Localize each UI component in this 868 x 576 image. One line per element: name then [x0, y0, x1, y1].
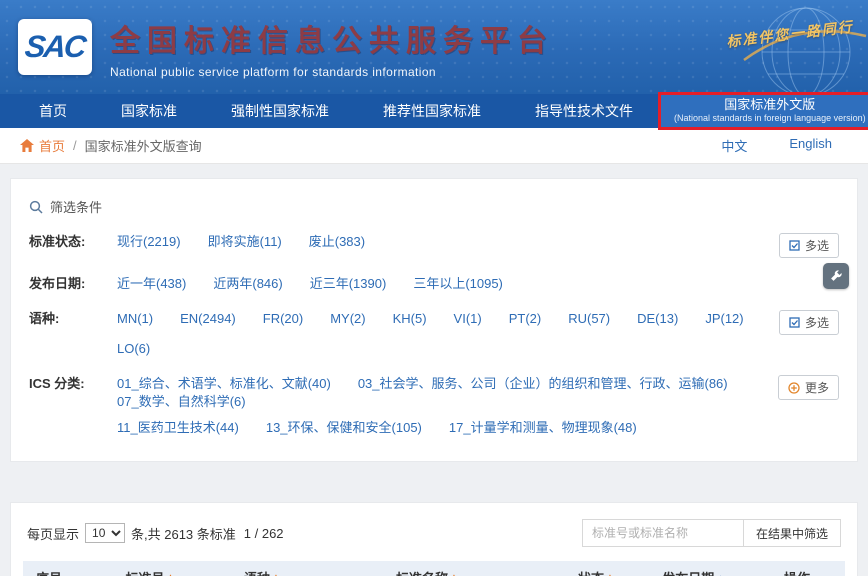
breadcrumb-current: 国家标准外文版查询 — [84, 139, 202, 154]
results-panel: 每页显示 10 条,共 2613 条标准 1 / 262 在结果中筛选 序号 标… — [10, 502, 858, 576]
filter-option[interactable]: VI(1) — [454, 310, 482, 328]
wrench-icon — [831, 270, 842, 281]
col-date[interactable]: 发布日期↓ — [637, 561, 749, 576]
filter-row-language: 语种: MN(1) EN(2494) FR(20) MY(2) KH(5) VI… — [29, 310, 839, 358]
plus-circle-icon — [788, 381, 800, 394]
sort-asc-icon: ▲ — [606, 572, 614, 576]
col-code[interactable]: 标准号▲ — [75, 561, 225, 576]
nav-item-mandatory-standards[interactable]: 强制性国家标准 — [204, 94, 356, 128]
nav-item-recommended-standards[interactable]: 推荐性国家标准 — [356, 94, 508, 128]
col-index: 序号 — [23, 561, 75, 576]
sort-asc-icon: ▲ — [450, 572, 458, 576]
advanced-tools-button[interactable] — [823, 263, 849, 289]
checkbox-icon — [789, 317, 800, 328]
filter-row-ics: ICS 分类: 01_综合、术语学、标准化、文献(40) 03_社会学、服务、公… — [29, 375, 839, 437]
filter-option[interactable]: 近两年(846) — [213, 275, 282, 293]
filter-panel-title: 筛选条件 — [50, 200, 103, 215]
filter-option[interactable]: 01_综合、术语学、标准化、文献(40) — [117, 375, 331, 393]
filter-option[interactable]: 现行(2219) — [117, 233, 181, 251]
filter-option[interactable]: 13_环保、保健和安全(105) — [266, 419, 422, 437]
filter-option[interactable]: KH(5) — [393, 310, 427, 328]
filter-option[interactable]: 03_社会学、服务、公司（企业）的组织和管理、行政、运输(86) — [358, 375, 728, 393]
filter-panel: 筛选条件 标准状态: 现行(2219) 即将实施(11) 废止(383) 多选 … — [10, 178, 858, 462]
col-lang[interactable]: 语种▲ — [225, 561, 299, 576]
table-header-row: 序号 标准号▲ 语种▲ 标准名称▲ 状态▲ 发布日期↓ 操作 — [23, 561, 845, 576]
globe-icon — [743, 7, 867, 94]
filter-panel-title-row: 筛选条件 — [29, 197, 839, 216]
sac-logo[interactable]: SAC — [18, 19, 92, 75]
col-action: 操作 — [749, 561, 845, 576]
breadcrumb-separator: / — [73, 138, 77, 153]
breadcrumb: 首页 / 国家标准外文版查询 中文 English — [0, 128, 868, 164]
home-icon — [20, 139, 34, 152]
result-search: 在结果中筛选 — [581, 519, 841, 547]
filter-options-language: MN(1) EN(2494) FR(20) MY(2) KH(5) VI(1) … — [117, 310, 765, 358]
filter-option[interactable]: 近三年(1390) — [310, 275, 387, 293]
multi-select-label: 多选 — [804, 239, 829, 253]
lang-zh-link[interactable]: 中文 — [721, 136, 747, 155]
sort-asc-icon: ▲ — [167, 572, 175, 576]
filter-option[interactable]: FR(20) — [263, 310, 303, 328]
filter-option[interactable]: 11_医药卫生技术(44) — [117, 419, 239, 437]
filter-label-language: 语种: — [29, 311, 60, 326]
breadcrumb-home-link[interactable]: 首页 — [20, 136, 65, 155]
filter-option[interactable]: 17_计量学和测量、物理现象(48) — [449, 419, 637, 437]
site-subtitle: National public service platform for sta… — [110, 64, 437, 79]
magnifier-icon — [29, 200, 43, 214]
more-ics-button[interactable]: 更多 — [777, 375, 839, 400]
filter-row-date: 发布日期: 近一年(438) 近两年(846) 近三年(1390) 三年以上(1… — [29, 275, 839, 293]
filter-label-date: 发布日期: — [29, 276, 86, 291]
result-search-input[interactable] — [581, 519, 744, 547]
per-page-select[interactable]: 10 — [85, 523, 126, 543]
per-page-label: 每页显示 — [27, 526, 80, 542]
main-nav: 首页 国家标准 强制性国家标准 推荐性国家标准 指导性技术文件 国家标准外文版 … — [0, 92, 868, 130]
filter-option[interactable]: 07_数学、自然科学(6) — [117, 393, 246, 411]
filter-label-ics: ICS 分类: — [29, 376, 85, 391]
site-title: 全国标准信息公共服务平台 — [110, 24, 554, 58]
filter-option[interactable]: LO(6) — [117, 340, 150, 358]
nav-item-foreign-label: 国家标准外文版 — [724, 97, 816, 113]
page-indicator: 1 / 262 — [243, 525, 284, 541]
sort-asc-icon: ▲ — [272, 572, 280, 576]
more-label: 更多 — [804, 381, 829, 395]
filter-option[interactable]: PT(2) — [509, 310, 542, 328]
results-toolbar: 每页显示 10 条,共 2613 条标准 1 / 262 在结果中筛选 — [27, 519, 841, 547]
multi-select-status-button[interactable]: 多选 — [778, 233, 839, 258]
sort-desc-icon: ↓ — [717, 571, 724, 576]
filter-option[interactable]: 三年以上(1095) — [413, 275, 503, 293]
filter-option[interactable]: 即将实施(11) — [208, 233, 282, 251]
results-count: 条,共 2613 条标准 — [131, 526, 236, 542]
site-title-block: 全国标准信息公共服务平台 National public service pla… — [110, 16, 554, 79]
filter-options-ics: 01_综合、术语学、标准化、文献(40) 03_社会学、服务、公司（企业）的组织… — [117, 375, 764, 437]
filter-option[interactable]: 近一年(438) — [117, 275, 186, 293]
filter-row-status: 标准状态: 现行(2219) 即将实施(11) 废止(383) 多选 — [29, 233, 839, 258]
col-status[interactable]: 状态▲ — [555, 561, 637, 576]
nav-item-national-standards[interactable]: 国家标准 — [94, 94, 204, 128]
breadcrumb-home-label: 首页 — [39, 139, 66, 154]
language-switcher: 中文 English — [721, 136, 848, 155]
filter-option[interactable]: MY(2) — [330, 310, 365, 328]
filter-option[interactable]: MN(1) — [117, 310, 153, 328]
sac-logo-text: SAC — [23, 29, 87, 64]
filter-option[interactable]: 废止(383) — [309, 233, 365, 251]
filter-option[interactable]: JP(12) — [705, 310, 743, 328]
filter-option[interactable]: RU(57) — [568, 310, 610, 328]
filter-label-status: 标准状态: — [29, 234, 86, 249]
filter-option[interactable]: DE(13) — [637, 310, 678, 328]
site-header: SAC 全国标准信息公共服务平台 National public service… — [0, 0, 868, 94]
multi-select-label: 多选 — [804, 316, 829, 330]
results-table: 序号 标准号▲ 语种▲ 标准名称▲ 状态▲ 发布日期↓ 操作 1 GB 3416… — [23, 561, 845, 576]
multi-select-language-button[interactable]: 多选 — [778, 310, 839, 335]
checkbox-icon — [789, 240, 800, 251]
nav-item-foreign-sublabel: (National standards in foreign language … — [674, 113, 866, 124]
filter-in-results-button[interactable]: 在结果中筛选 — [742, 519, 841, 547]
filter-option[interactable]: EN(2494) — [180, 310, 236, 328]
nav-item-guiding-documents[interactable]: 指导性技术文件 — [508, 94, 660, 128]
col-name[interactable]: 标准名称▲ — [299, 561, 555, 576]
nav-item-home[interactable]: 首页 — [12, 94, 94, 128]
filter-options-date: 近一年(438) 近两年(846) 近三年(1390) 三年以上(1095) — [117, 275, 839, 293]
filter-options-status: 现行(2219) 即将实施(11) 废止(383) — [117, 233, 765, 251]
lang-en-link[interactable]: English — [789, 136, 832, 155]
nav-item-foreign-language-version[interactable]: 国家标准外文版 (National standards in foreign l… — [658, 92, 868, 130]
